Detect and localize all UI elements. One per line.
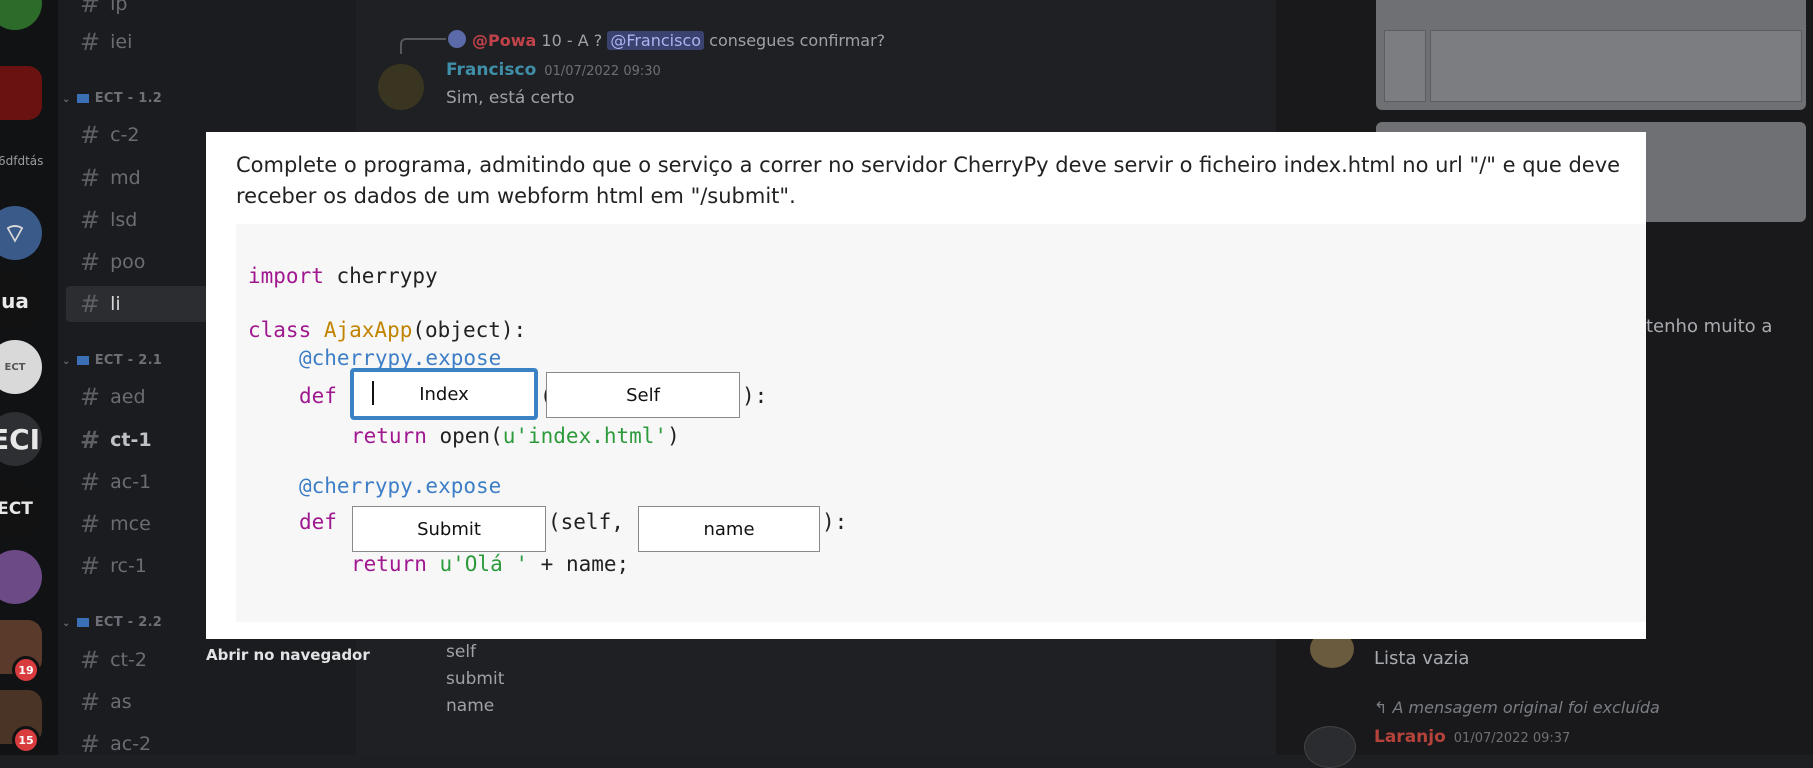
- channel-iei[interactable]: # iei: [66, 24, 346, 60]
- reply-tail: consegues confirmar?: [709, 31, 886, 50]
- document-thumbnail: [1384, 30, 1426, 102]
- folder-icon: [76, 618, 89, 627]
- folder-icon: [76, 356, 89, 365]
- hash-icon: #: [80, 0, 101, 18]
- category-ect-12[interactable]: ⌄ ECT - 1.2: [62, 91, 162, 106]
- reply-avatar: [448, 30, 466, 48]
- hash-icon: #: [80, 248, 101, 276]
- hash-icon: #: [80, 426, 101, 454]
- code-def2-args: (self,: [548, 510, 624, 534]
- reply-text: 10 - A ?: [541, 31, 603, 50]
- server-icon-anime[interactable]: [0, 550, 42, 604]
- hash-icon: #: [80, 164, 101, 192]
- blank-name-input[interactable]: name: [638, 506, 820, 552]
- message-timestamp: 01/07/2022 09:37: [1453, 731, 1571, 746]
- user-avatar[interactable]: [1304, 726, 1356, 768]
- message-author[interactable]: Francisco: [446, 60, 536, 80]
- code-paren: ):: [822, 510, 848, 534]
- code-paren: ):: [742, 384, 768, 408]
- hash-icon: #: [80, 510, 101, 538]
- message-header: Francisco 01/07/2022 09:30: [446, 60, 661, 80]
- category-ect-21[interactable]: ⌄ ECT - 2.1: [62, 353, 162, 368]
- hash-icon: #: [80, 206, 101, 234]
- code-line-import: import cherrypy: [248, 264, 438, 288]
- text-caret: [372, 381, 374, 405]
- channel-lp[interactable]: # lp: [66, 0, 346, 22]
- code-line-decorator: @cherrypy.expose: [299, 346, 502, 370]
- hash-icon: #: [80, 383, 101, 411]
- server-list: 6dfdtás ⌔ ua ECT ECI ECT 19 15: [0, 0, 58, 755]
- unread-badge: 19: [12, 656, 40, 684]
- chevron-down-icon: ⌄: [62, 618, 71, 629]
- code-line-class: class AjaxApp(object):: [248, 318, 527, 342]
- code-line-return2: return u'Olá ' + name;: [351, 552, 630, 576]
- server-icon-wifi[interactable]: ⌔: [0, 206, 42, 260]
- user-avatar[interactable]: [378, 64, 424, 110]
- hash-icon: #: [80, 290, 101, 318]
- question-prompt: Complete o programa, admitindo que o ser…: [236, 153, 1621, 208]
- message-header: Laranjo 01/07/2022 09:37: [1374, 727, 1570, 747]
- server-icon-ect-light[interactable]: ECT: [0, 340, 42, 394]
- hash-icon: #: [80, 28, 101, 56]
- unread-badge: 15: [12, 726, 40, 754]
- reply-arrow-icon: ↰: [1374, 698, 1388, 717]
- hash-icon: #: [80, 688, 101, 716]
- channel-as[interactable]: # as: [66, 684, 346, 720]
- message-text: Sim, está certo: [446, 88, 575, 108]
- code-line-return1: return open(u'index.html'): [351, 424, 680, 448]
- deleted-reply: ↰ A mensagem original foi excluída: [1374, 698, 1660, 717]
- blank-index-input[interactable]: Index: [350, 368, 538, 420]
- folder-icon: [76, 94, 89, 103]
- code-block: import cherrypy class AjaxApp(object): @…: [236, 224, 1646, 622]
- blank-submit-input[interactable]: Submit: [352, 506, 546, 552]
- code-keyword-def: def: [299, 510, 337, 534]
- reply-author[interactable]: @Powa: [472, 31, 536, 50]
- blank-self-input[interactable]: Self: [546, 372, 740, 418]
- chevron-down-icon: ⌄: [62, 94, 71, 105]
- server-icon-ect[interactable]: ECT: [0, 482, 42, 536]
- answer-line: submit: [446, 669, 505, 689]
- server-folder-icon[interactable]: [0, 66, 42, 120]
- hash-icon: #: [80, 121, 101, 149]
- answer-line: self: [446, 642, 477, 662]
- question-image: Complete o programa, admitindo que o ser…: [206, 132, 1646, 639]
- hash-icon: #: [80, 552, 101, 580]
- attachment-preview[interactable]: [1376, 0, 1806, 110]
- category-ect-22[interactable]: ⌄ ECT - 2.2: [62, 615, 162, 630]
- channel-ac-2[interactable]: # ac-2: [66, 726, 346, 762]
- code-line-decorator: @cherrypy.expose: [299, 474, 502, 498]
- server-icon-eci[interactable]: ECI: [0, 412, 42, 466]
- message-timestamp: 01/07/2022 09:30: [544, 64, 661, 79]
- server-label: 6dfdtás: [0, 154, 44, 168]
- chevron-down-icon: ⌄: [62, 356, 71, 367]
- reply-connector: [400, 38, 446, 54]
- empty-list-text: Lista vazia: [1374, 648, 1470, 669]
- server-icon-frog[interactable]: [0, 0, 42, 30]
- partial-message: tenho muito a: [1646, 316, 1773, 337]
- hash-icon: #: [80, 468, 101, 496]
- document-thumbnail: [1430, 30, 1802, 102]
- mention[interactable]: @Francisco: [607, 31, 705, 50]
- answer-line: name: [446, 696, 495, 716]
- reply-preview[interactable]: @Powa 10 - A ? @Francisco consegues conf…: [472, 31, 885, 50]
- server-icon-ua[interactable]: ua: [0, 274, 42, 328]
- open-in-browser-link[interactable]: Abrir no navegador: [206, 646, 370, 664]
- hash-icon: #: [80, 646, 101, 674]
- code-keyword-def: def: [299, 384, 337, 408]
- hash-icon: #: [80, 730, 101, 758]
- message-author[interactable]: Laranjo: [1374, 727, 1446, 747]
